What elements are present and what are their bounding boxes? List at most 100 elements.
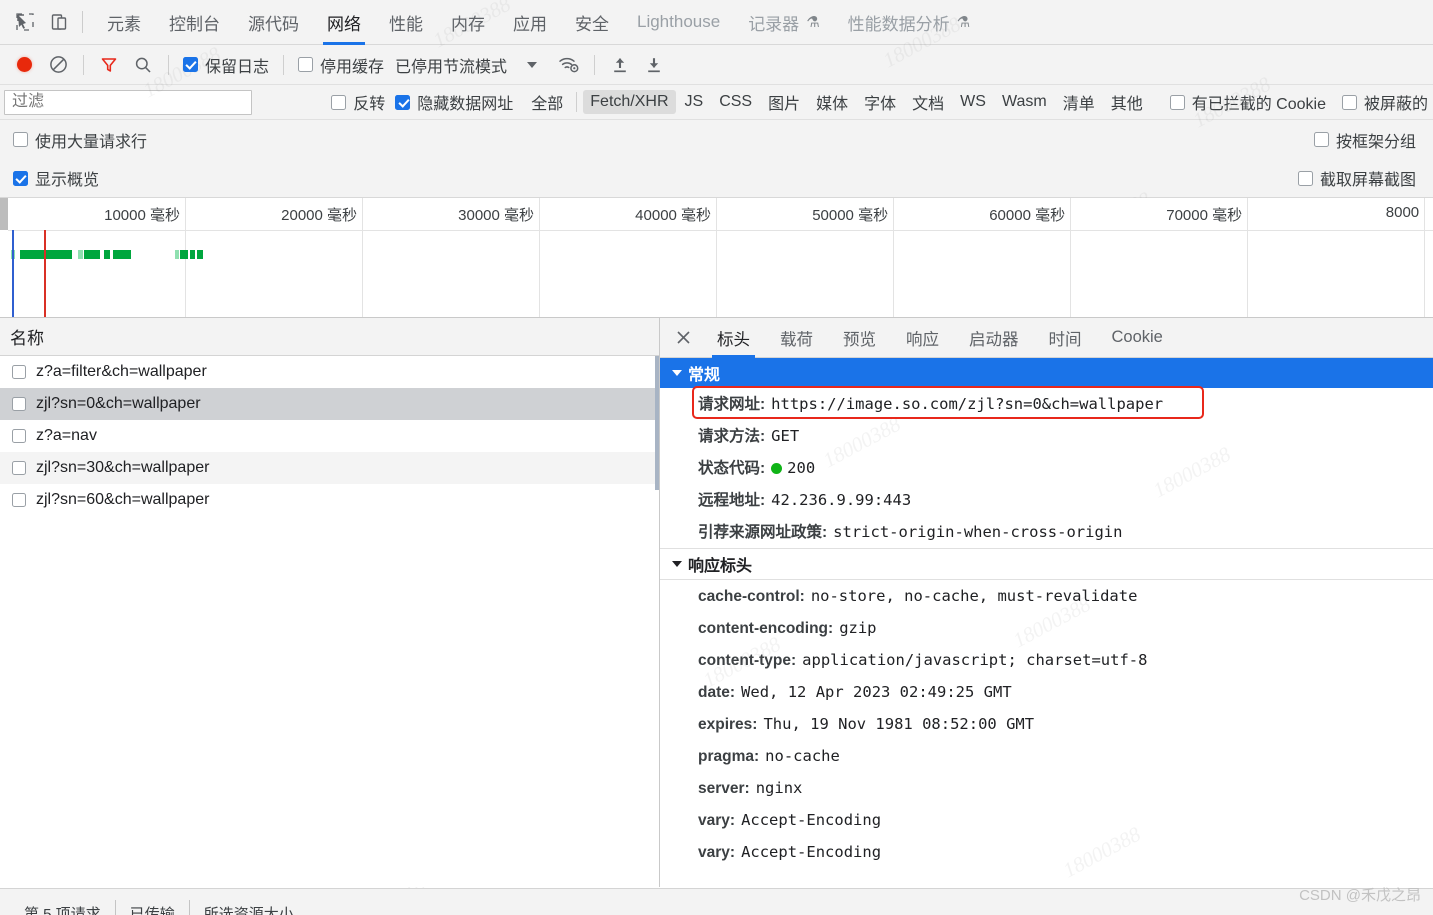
network-status-bar: 第 5 项请求 已传输 所选资源大小 [0,888,1433,915]
capture-screenshots-checkbox[interactable]: 截取屏幕截图 [1293,166,1421,190]
general-row: 状态代码: 200 [660,452,1433,484]
filter-type-媒体[interactable]: 媒体 [809,87,855,117]
device-toolbar-icon[interactable] [42,6,76,38]
general-section-header[interactable]: 常规 [660,358,1433,388]
response-header-items: cache-control: no-store, no-cache, must-r… [660,580,1433,868]
clear-button[interactable] [42,50,74,80]
tab-安全[interactable]: 安全 [561,0,623,45]
table-row[interactable]: zjl?sn=30&ch=wallpaper [0,452,659,484]
disable-cache-checkbox[interactable]: 停用缓存 [293,53,389,77]
general-row: 请求网址: https://image.so.com/zjl?sn=0&ch=wa… [660,386,1433,420]
tab-记录器[interactable]: 记录器 ⚗ [734,0,833,45]
response-header-key: server: [698,779,750,797]
filter-type-清单[interactable]: 清单 [1056,87,1102,117]
toolbar-divider [594,54,596,75]
filter-type-CSS[interactable]: CSS [712,90,759,114]
detail-tab-Cookie[interactable]: Cookie [1097,318,1178,358]
blocked-cookies-checkbox[interactable]: 有已拦截的 Cookie [1165,90,1331,114]
detail-tab-预览[interactable]: 预览 [828,318,891,358]
devtools-tabbar: 元素 控制台 源代码 网络 性能 内存 应用 安全 Lighthouse 记录器 ⚗ 性能数据分析 ⚗ [0,0,1433,45]
table-row[interactable]: zjl?sn=0&ch=wallpaper [0,388,659,420]
table-row[interactable]: z?a=nav [0,420,659,452]
tab-Lighthouse[interactable]: Lighthouse [623,0,734,45]
checkbox-box [13,132,28,147]
big-request-rows-checkbox[interactable]: 使用大量请求行 [8,128,152,152]
tab-内存[interactable]: 内存 [437,0,499,45]
toolbar-divider [82,11,83,33]
detail-tab-响应[interactable]: 响应 [891,318,954,358]
detail-tab-启动器[interactable]: 启动器 [954,318,1034,358]
tab-网络[interactable]: 网络 [313,0,375,45]
response-header-value: gzip [839,618,877,637]
request-list[interactable]: z?a=filter&ch=wallpaper zjl?sn=0&ch=wallp… [0,356,659,887]
overview-tick-label: 30000 毫秒 [458,207,535,224]
filter-type-文档[interactable]: 文档 [905,87,951,117]
overview-activity-bar [113,250,131,259]
overview-activity-bar [175,250,179,259]
filter-type-Wasm[interactable]: Wasm [995,90,1054,114]
filter-input[interactable] [4,89,252,115]
filter-type-Fetch-XHR[interactable]: Fetch/XHR [583,90,676,114]
response-headers-title: 响应标头 [688,558,753,575]
search-icon[interactable] [127,50,159,80]
response-header-key: vary: [698,843,736,861]
detail-tab-时间[interactable]: 时间 [1034,318,1097,358]
invert-label: 反转 [353,96,386,113]
tab-应用[interactable]: 应用 [499,0,561,45]
filter-type-WS[interactable]: WS [953,90,993,114]
tab-label: 网络 [327,14,361,34]
checkbox-box [1313,132,1329,147]
overview-activity-bar [197,250,203,259]
filter-type-其他[interactable]: 其他 [1104,87,1150,117]
row-checkbox[interactable] [12,429,26,443]
experiment-flask-icon: ⚗ [956,14,971,31]
throttle-select[interactable]: 已停用节流模式 [391,53,511,77]
request-name: zjl?sn=30&ch=wallpaper [36,459,210,476]
export-har-button[interactable] [638,50,670,80]
overview-tick-label: 50000 毫秒 [812,207,889,224]
row-checkbox[interactable] [12,493,26,507]
network-conditions-icon[interactable] [553,50,585,80]
tab-控制台[interactable]: 控制台 [155,0,234,45]
response-header-key: date: [698,683,736,701]
invert-checkbox[interactable]: 反转 [326,90,390,114]
response-headers-section-header[interactable]: 响应标头 [660,548,1433,580]
request-list-scrollbar[interactable] [655,356,659,490]
table-row[interactable]: z?a=filter&ch=wallpaper [0,356,659,388]
filter-button[interactable] [93,50,125,80]
table-row[interactable]: zjl?sn=60&ch=wallpaper [0,484,659,516]
filter-type-图片[interactable]: 图片 [761,87,807,117]
row-checkbox[interactable] [12,397,26,411]
filter-type-全部[interactable]: 全部 [524,87,570,117]
tab-元素[interactable]: 元素 [93,0,155,45]
checkbox-box [1341,94,1357,110]
tab-性能数据分析[interactable]: 性能数据分析 ⚗ [834,0,984,45]
blocked-requests-checkbox[interactable]: 被屏蔽的 [1337,90,1433,114]
close-icon[interactable] [668,323,698,353]
row-checkbox[interactable] [12,365,26,379]
row-checkbox[interactable] [12,461,26,475]
detail-tab-标头[interactable]: 标头 [702,318,765,358]
preserve-log-checkbox[interactable]: 保留日志 [178,53,274,77]
chevron-down-icon[interactable] [527,61,538,68]
tab-性能[interactable]: 性能 [375,0,437,45]
network-toolbar: 保留日志 停用缓存 已停用节流模式 [0,45,1433,85]
general-items: 请求网址: https://image.so.com/zjl?sn=0&ch=wa… [660,386,1433,548]
inspect-element-icon[interactable] [8,6,42,38]
experiment-flask-icon: ⚗ [806,14,820,31]
filter-type-字体[interactable]: 字体 [857,87,903,117]
show-overview-checkbox[interactable]: 显示概览 [8,166,104,190]
hide-data-urls-checkbox[interactable]: 隐藏数据网址 [390,90,518,114]
group-by-frame-checkbox[interactable]: 按框架分组 [1309,128,1421,152]
import-har-button[interactable] [604,50,636,80]
record-button[interactable] [8,50,40,80]
detail-tab-载荷[interactable]: 载荷 [765,318,828,358]
tab-源代码[interactable]: 源代码 [234,0,313,45]
overview-left-gutter [0,198,8,230]
request-list-pane: 名称 z?a=filter&ch=wallpaper zjl?sn=0&ch=wa… [0,318,660,887]
filter-type-JS[interactable]: JS [678,90,711,114]
tab-label: 安全 [575,14,609,34]
network-overview[interactable]: 10000 毫秒 20000 毫秒 30000 毫秒 40000 毫秒 50000 毫秒… [0,198,1433,318]
response-header-value: no-store, no-cache, must-revalidate [810,586,1138,605]
overview-tick: 50000 毫秒 [812,198,895,317]
